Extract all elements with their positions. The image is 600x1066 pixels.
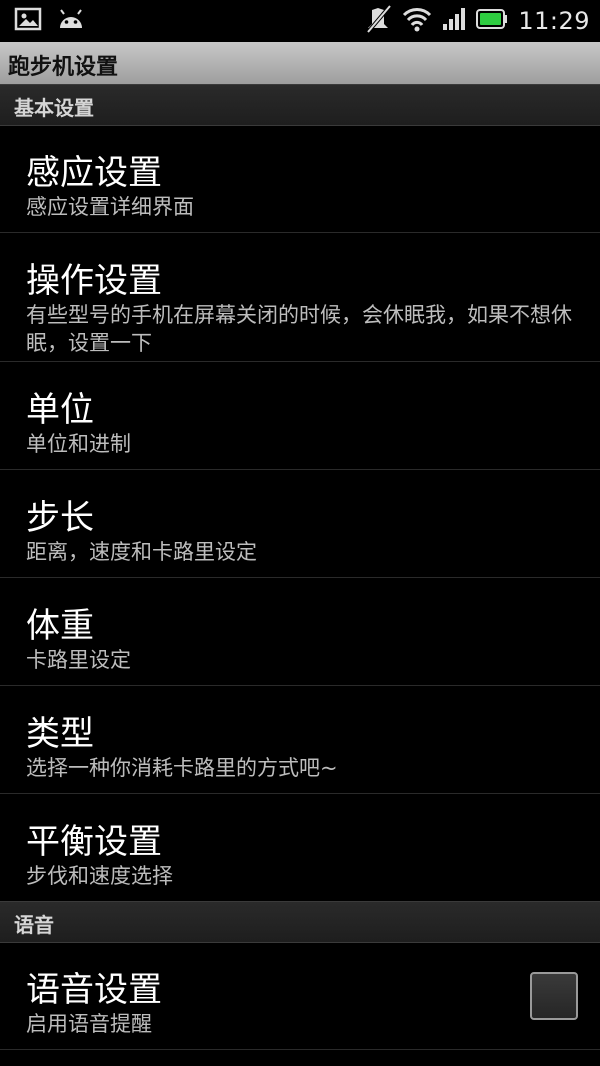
clock: 11:29 — [518, 7, 590, 35]
signal-icon — [442, 6, 466, 36]
pref-summary: 选择一种你消耗卡路里的方式吧~ — [26, 756, 338, 780]
category-label: 语音 — [14, 913, 54, 937]
voice-checkbox[interactable] — [530, 972, 578, 1020]
pref-item-type[interactable]: 类型 选择一种你消耗卡路里的方式吧~ — [0, 686, 600, 794]
pref-title: 语音设置 — [26, 970, 162, 1010]
pref-title: 体重 — [26, 606, 94, 646]
pref-item-operation[interactable]: 操作设置 有些型号的手机在屏幕关闭的时候，会休眠我，如果不想休眠，设置一下 — [0, 233, 600, 362]
category-header-basic: 基本设置 — [0, 84, 600, 126]
pref-summary: 有些型号的手机在屏幕关闭的时候，会休眠我，如果不想休眠，设置一下 — [26, 303, 572, 355]
pref-item-stride[interactable]: 步长 距离，速度和卡路里设定 — [0, 470, 600, 578]
pref-summary: 感应设置详细界面 — [26, 195, 194, 219]
page-title: 跑步机设置 — [8, 55, 119, 80]
mute-icon — [364, 4, 392, 38]
android-icon — [56, 6, 86, 36]
pref-title: 步长 — [26, 498, 94, 538]
pref-item-balance[interactable]: 平衡设置 步伐和速度选择 — [0, 794, 600, 902]
battery-icon — [476, 8, 508, 34]
pref-title: 类型 — [26, 714, 94, 754]
pref-summary: 启用语音提醒 — [26, 1012, 152, 1036]
pref-summary: 距离，速度和卡路里设定 — [26, 540, 257, 564]
pref-item-unit[interactable]: 单位 单位和进制 — [0, 362, 600, 470]
pref-summary: 单位和进制 — [26, 432, 131, 456]
pref-title: 操作设置 — [26, 261, 162, 301]
pref-title: 单位 — [26, 390, 94, 430]
status-bar: 11:29 — [0, 0, 600, 42]
category-label: 基本设置 — [14, 96, 94, 120]
pref-item-sensor[interactable]: 感应设置 感应设置详细界面 — [0, 125, 600, 233]
wifi-icon — [402, 6, 432, 36]
pref-summary: 卡路里设定 — [26, 648, 131, 672]
app-title-bar: 跑步机设置 — [0, 42, 600, 85]
category-header-voice: 语音 — [0, 901, 600, 943]
pref-summary: 步伐和速度选择 — [26, 864, 173, 888]
pref-title: 感应设置 — [26, 153, 162, 193]
pref-title: 平衡设置 — [26, 822, 162, 862]
image-icon — [14, 6, 42, 36]
pref-item-voice[interactable]: 语音设置 启用语音提醒 — [0, 942, 600, 1050]
pref-item-weight[interactable]: 体重 卡路里设定 — [0, 578, 600, 686]
